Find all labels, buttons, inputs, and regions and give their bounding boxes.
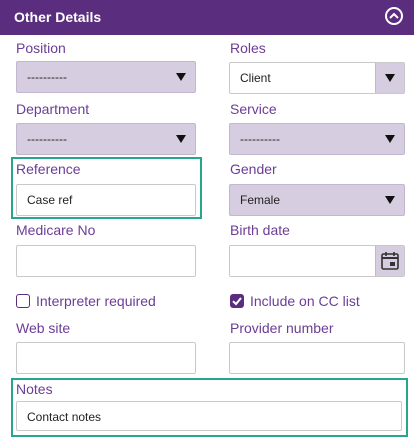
reference-value: Case ref — [27, 193, 73, 207]
roles-label: Roles — [230, 40, 266, 56]
service-value: ---------- — [240, 132, 280, 146]
cc-list-label: Include on CC list — [250, 293, 360, 309]
caret-down-icon — [176, 73, 186, 81]
medicare-input[interactable] — [16, 245, 196, 277]
calendar-icon — [381, 252, 399, 270]
service-select[interactable]: ---------- — [229, 123, 405, 155]
gender-select[interactable]: Female — [229, 184, 405, 216]
provider-label: Provider number — [230, 320, 334, 336]
roles-dropdown-button[interactable] — [375, 63, 404, 93]
caret-down-icon — [176, 135, 186, 143]
position-value: ---------- — [27, 70, 67, 84]
section-header[interactable]: Other Details — [0, 0, 414, 35]
reference-label: Reference — [16, 161, 81, 177]
roles-value: Client — [240, 71, 271, 85]
service-label: Service — [230, 101, 277, 117]
birth-date-label: Birth date — [230, 222, 290, 238]
section-title: Other Details — [14, 9, 102, 25]
caret-down-icon — [385, 74, 395, 82]
website-input[interactable] — [16, 342, 196, 374]
caret-down-icon — [385, 196, 395, 204]
gender-value: Female — [240, 193, 281, 207]
provider-input[interactable] — [229, 342, 405, 374]
notes-input[interactable]: Contact notes — [16, 401, 402, 431]
position-label: Position — [16, 40, 66, 56]
notes-value: Contact notes — [27, 410, 102, 424]
cc-list-checkbox[interactable] — [230, 294, 244, 308]
interpreter-label: Interpreter required — [36, 293, 156, 309]
caret-down-icon — [385, 135, 395, 143]
reference-input[interactable]: Case ref — [16, 184, 196, 216]
position-select[interactable]: ---------- — [16, 61, 196, 93]
checkmark-icon — [232, 297, 242, 306]
medicare-label: Medicare No — [16, 222, 96, 238]
birth-date-input[interactable] — [229, 245, 405, 277]
website-label: Web site — [16, 320, 71, 336]
gender-label: Gender — [230, 161, 277, 177]
department-value: ---------- — [27, 132, 67, 146]
roles-select[interactable]: Client — [229, 62, 405, 94]
collapse-chevron-up-icon[interactable] — [385, 7, 403, 25]
department-label: Department — [16, 101, 90, 117]
department-select[interactable]: ---------- — [16, 123, 196, 155]
interpreter-checkbox[interactable] — [16, 294, 30, 308]
calendar-button[interactable] — [375, 246, 404, 276]
notes-label: Notes — [16, 381, 53, 397]
